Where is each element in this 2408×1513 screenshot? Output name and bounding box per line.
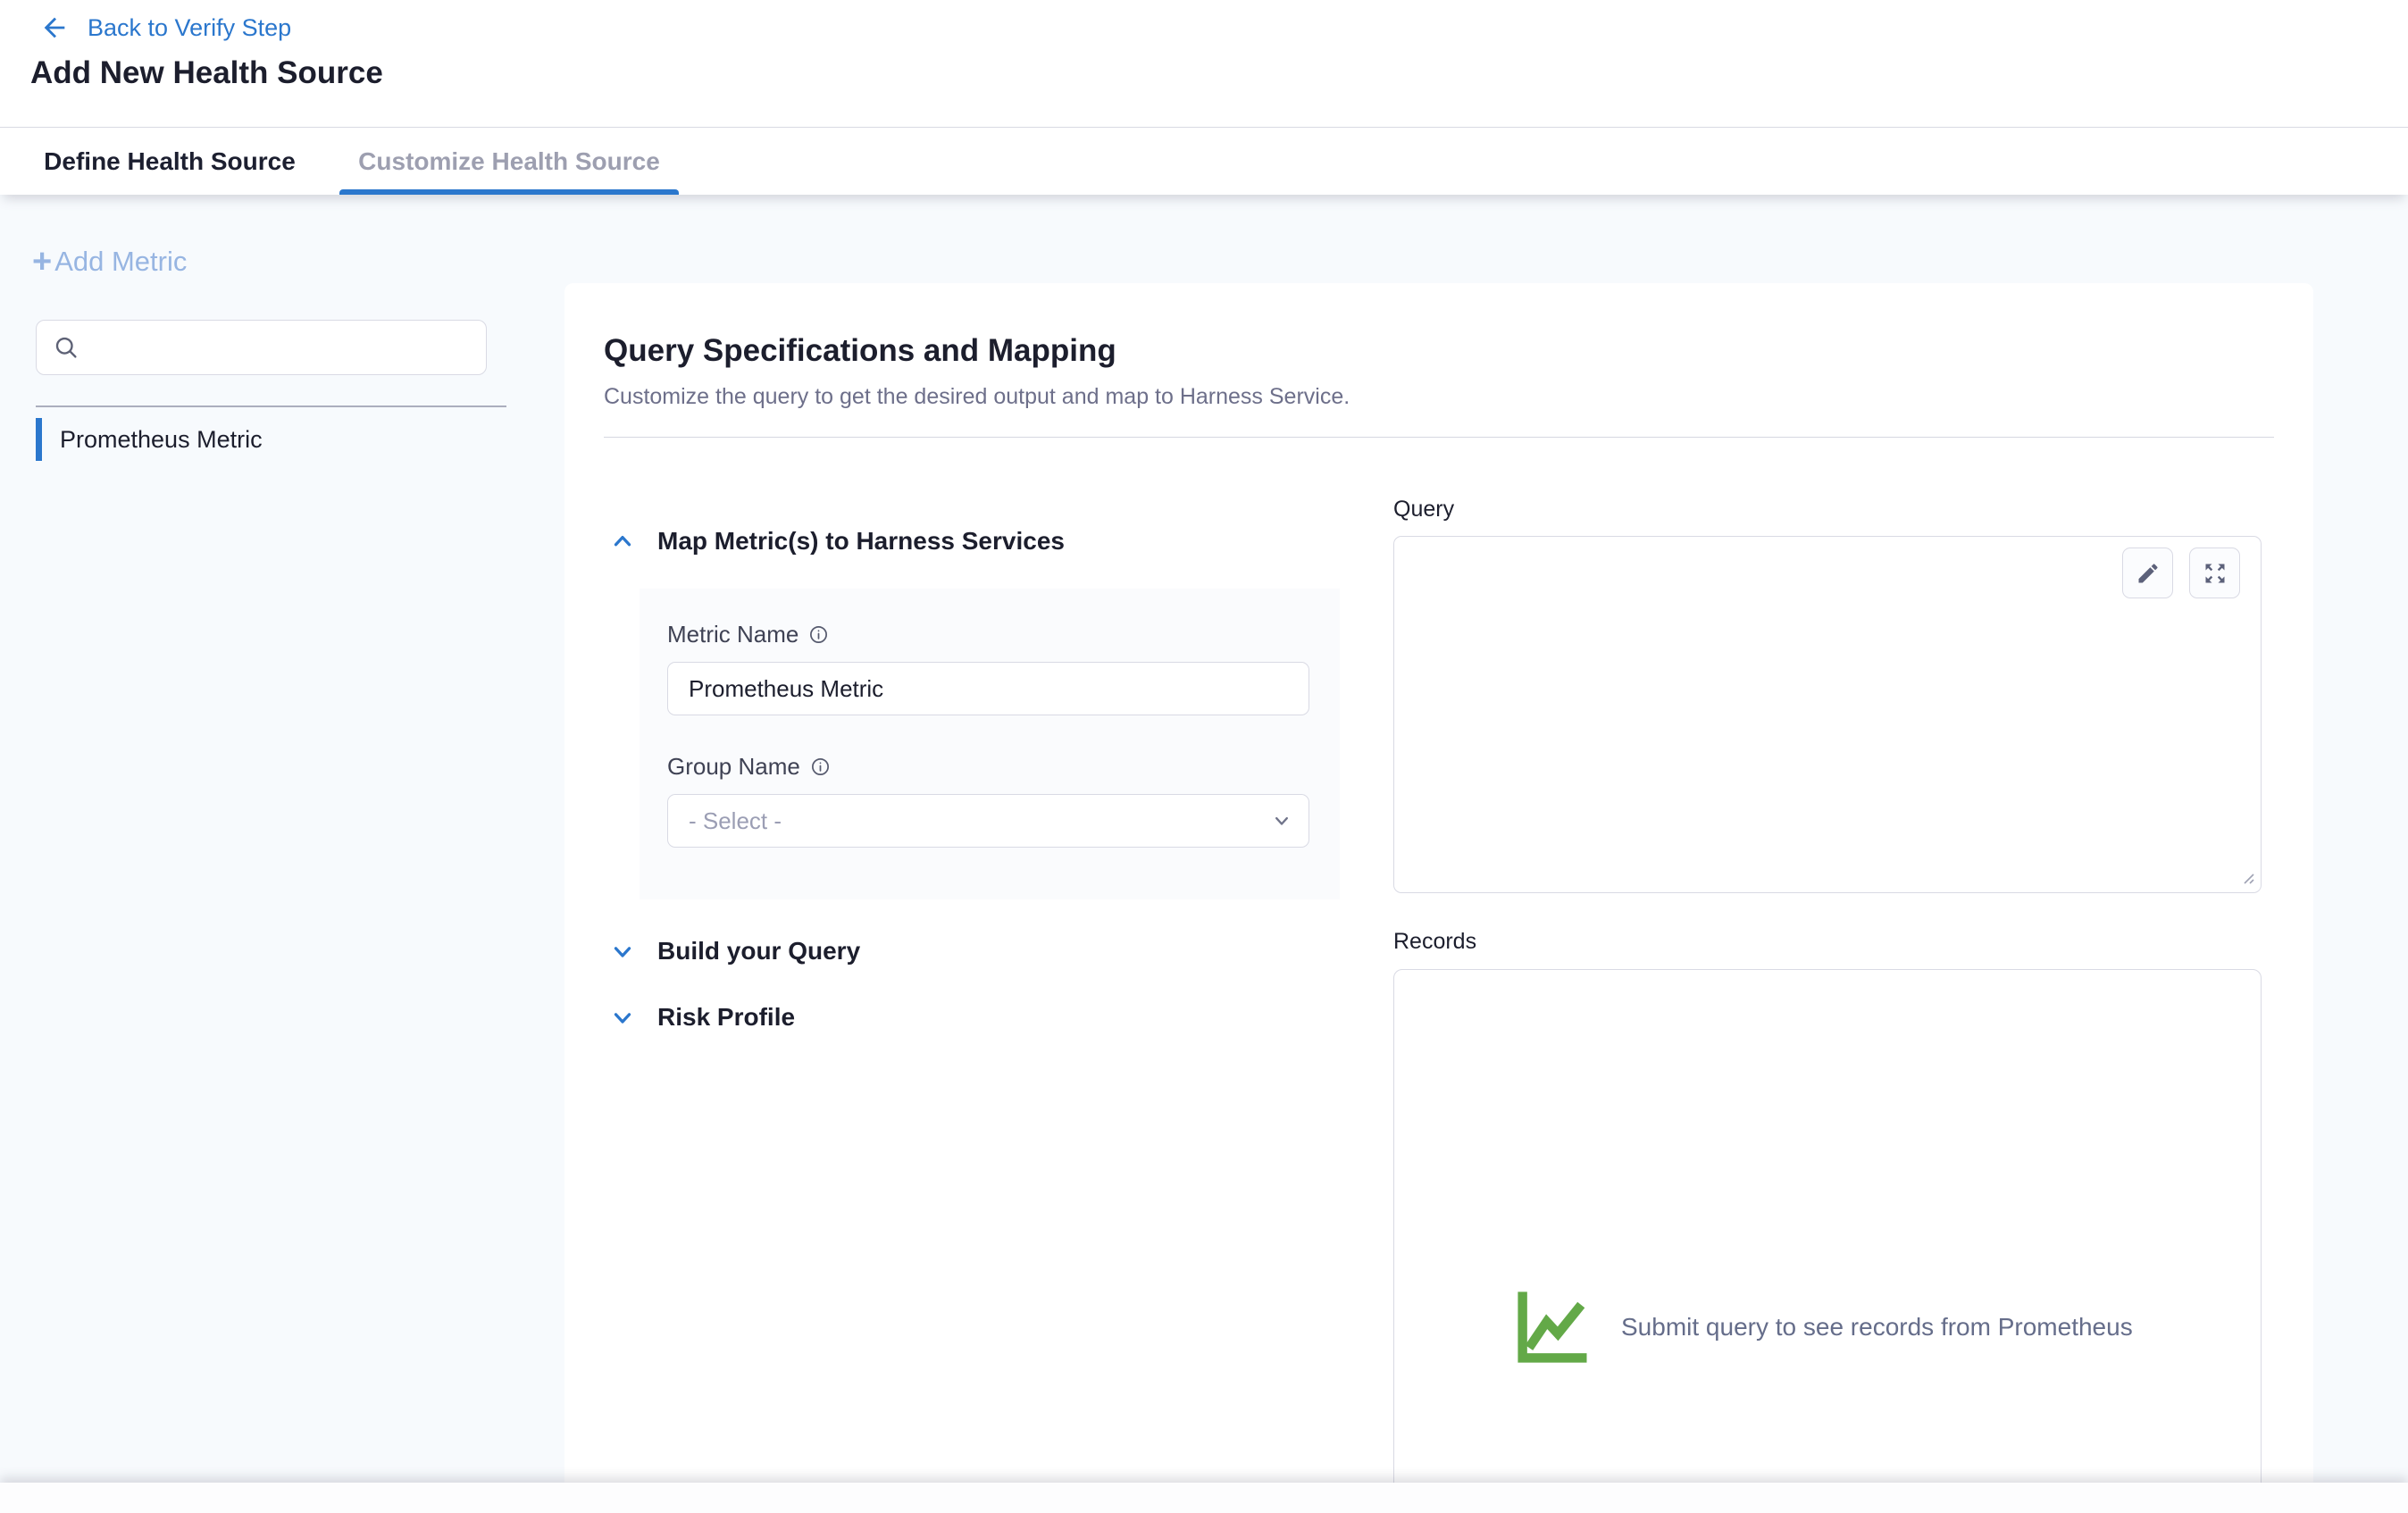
arrow-left-icon[interactable] <box>39 13 70 43</box>
pencil-icon <box>2136 561 2161 586</box>
chevron-down-icon[interactable] <box>609 938 636 965</box>
card-subtitle: Customize the query to get the desired o… <box>604 383 2274 410</box>
mapping-column: Map Metric(s) to Harness Services Metric… <box>564 438 1393 1505</box>
metric-search-box[interactable] <box>36 320 487 375</box>
query-editor-wrap <box>1393 536 2262 893</box>
metric-name-label: Metric Name <box>667 621 798 648</box>
group-name-label-row: Group Name <box>667 753 1313 781</box>
info-icon[interactable] <box>810 756 831 777</box>
card-header: Query Specifications and Mapping Customi… <box>564 283 2313 438</box>
query-label: Query <box>1393 497 2262 522</box>
page-title: Add New Health Source <box>30 55 383 91</box>
add-metric-button[interactable]: + Add Metric <box>32 245 187 279</box>
records-empty-text: Submit query to see records from Prometh… <box>1621 1313 2133 1342</box>
section-build-query-toggle[interactable]: Build your Query <box>609 937 1393 965</box>
section-risk-profile-label: Risk Profile <box>657 1003 795 1032</box>
back-to-verify-step-link[interactable]: Back to Verify Step <box>39 13 291 43</box>
page-header: Back to Verify Step Add New Health Sourc… <box>0 0 2408 127</box>
records-label: Records <box>1393 929 2262 955</box>
info-icon[interactable] <box>808 624 829 645</box>
group-name-select[interactable]: - Select - <box>667 794 1309 848</box>
group-name-select-value: - Select - <box>689 807 782 835</box>
section-map-metric-label: Map Metric(s) to Harness Services <box>657 527 1065 556</box>
chevron-up-icon[interactable] <box>609 528 636 555</box>
tab-define-health-source[interactable]: Define Health Source <box>0 128 339 195</box>
metrics-sidebar: + Add Metric Prometheus Metric <box>0 195 564 1513</box>
selected-indicator-bar <box>36 418 42 461</box>
section-map-metric-toggle[interactable]: Map Metric(s) to Harness Services <box>609 527 1393 556</box>
plus-icon: + <box>32 245 52 279</box>
footer-bar <box>0 1483 2408 1513</box>
records-panel: Submit query to see records from Prometh… <box>1393 969 2262 1505</box>
metric-name-label-row: Metric Name <box>667 621 1313 648</box>
chevron-down-icon <box>1269 808 1294 833</box>
expand-query-button[interactable] <box>2189 548 2240 598</box>
tab-bar: Define Health Source Customize Health So… <box>0 127 2408 195</box>
query-column: Query <box>1393 438 2313 1505</box>
query-actions <box>2122 548 2240 598</box>
query-specifications-card: Query Specifications and Mapping Customi… <box>564 283 2313 1513</box>
metric-search-input[interactable] <box>92 334 470 362</box>
back-link-label[interactable]: Back to Verify Step <box>88 14 291 42</box>
expand-icon <box>2203 561 2228 586</box>
line-chart-icon <box>1509 1283 1598 1372</box>
chevron-down-icon[interactable] <box>609 1004 636 1031</box>
card-body: Map Metric(s) to Harness Services Metric… <box>564 438 2313 1505</box>
records-empty-state: Submit query to see records from Prometh… <box>1509 1283 2133 1372</box>
group-name-field: Group Name - Select - <box>667 753 1313 848</box>
metric-item-label: Prometheus Metric <box>60 426 263 454</box>
add-health-source-page: Back to Verify Step Add New Health Sourc… <box>0 0 2408 1513</box>
group-name-label: Group Name <box>667 753 800 781</box>
tab-customize-health-source[interactable]: Customize Health Source <box>339 128 679 195</box>
card-title: Query Specifications and Mapping <box>604 333 2274 369</box>
sidebar-item-prometheus-metric[interactable]: Prometheus Metric <box>36 418 263 461</box>
section-build-query-label: Build your Query <box>657 937 860 965</box>
section-risk-profile-toggle[interactable]: Risk Profile <box>609 1003 1393 1032</box>
resize-handle[interactable] <box>2238 868 2256 886</box>
sidebar-divider <box>36 405 506 407</box>
map-metric-panel: Metric Name Group Name <box>640 589 1340 899</box>
search-icon <box>53 334 79 361</box>
metric-name-input[interactable] <box>667 662 1309 715</box>
edit-query-button[interactable] <box>2122 548 2173 598</box>
content-area: + Add Metric Prometheus Metric Query Spe… <box>0 195 2408 1513</box>
add-metric-label: Add Metric <box>54 246 187 278</box>
